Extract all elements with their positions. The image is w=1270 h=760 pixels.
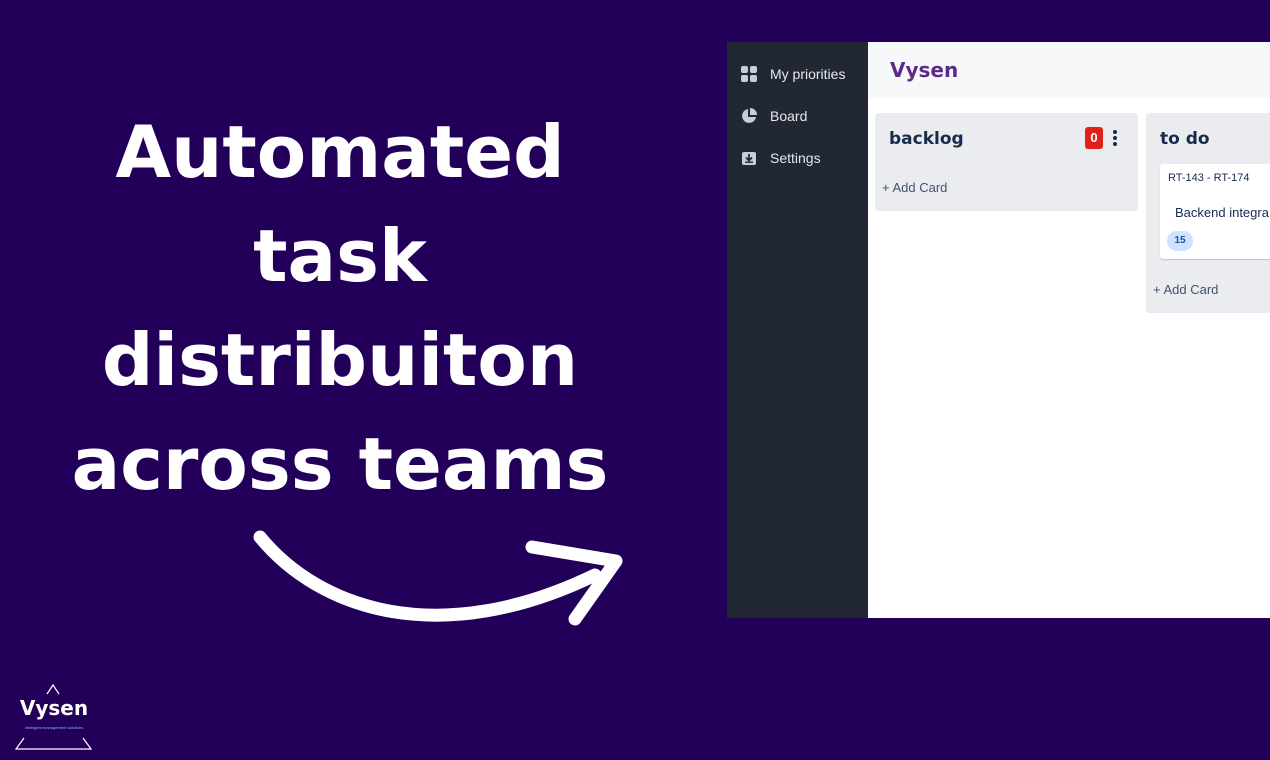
headline-line-2: task bbox=[253, 214, 427, 298]
headline-line-3: distribuiton bbox=[101, 318, 579, 402]
column-title: backlog bbox=[889, 129, 964, 149]
grid-icon bbox=[741, 66, 757, 82]
app-window: My priorities Board Settings Vysen backl… bbox=[727, 42, 1270, 618]
sidebar-item-board[interactable]: Board bbox=[741, 104, 807, 128]
sidebar: My priorities Board Settings bbox=[727, 42, 868, 618]
sidebar-item-label: Board bbox=[770, 108, 808, 124]
column-title: to do bbox=[1160, 129, 1210, 149]
logo-tagline: Intelligent management solutions bbox=[24, 725, 84, 730]
headline-line-1: Automated bbox=[115, 110, 565, 194]
headline-line-4: across teams bbox=[71, 422, 609, 506]
curved-arrow-icon bbox=[253, 530, 623, 626]
column-backlog: backlog 0 + Add Card bbox=[875, 113, 1138, 211]
top-bar: Vysen bbox=[868, 42, 1270, 98]
settings-icon bbox=[741, 150, 757, 166]
task-card[interactable]: RT-143 - RT-174 Backend integra 15 bbox=[1160, 164, 1270, 259]
app-title: Vysen bbox=[890, 58, 959, 82]
card-points-badge: 15 bbox=[1167, 231, 1193, 251]
more-options-icon[interactable] bbox=[1110, 129, 1120, 147]
sidebar-item-my-priorities[interactable]: My priorities bbox=[741, 62, 845, 86]
card-key: RT-143 - RT-174 bbox=[1168, 172, 1250, 184]
headline: Automated task distribuiton across teams bbox=[40, 100, 640, 516]
sidebar-item-label: Settings bbox=[770, 150, 821, 166]
pie-chart-icon bbox=[741, 108, 757, 124]
card-title: Backend integra bbox=[1175, 205, 1269, 220]
add-card-button[interactable]: + Add Card bbox=[1153, 282, 1218, 297]
column-to-do: to do RT-143 - RT-174 Backend integra 15… bbox=[1146, 113, 1270, 313]
brand-logo: Vysen Intelligent management solutions bbox=[12, 682, 96, 754]
card-count-badge: 0 bbox=[1085, 127, 1103, 149]
sidebar-item-label: My priorities bbox=[770, 66, 846, 82]
logo-name: Vysen bbox=[19, 696, 89, 720]
add-card-button[interactable]: + Add Card bbox=[882, 180, 947, 195]
sidebar-item-settings[interactable]: Settings bbox=[741, 146, 821, 170]
